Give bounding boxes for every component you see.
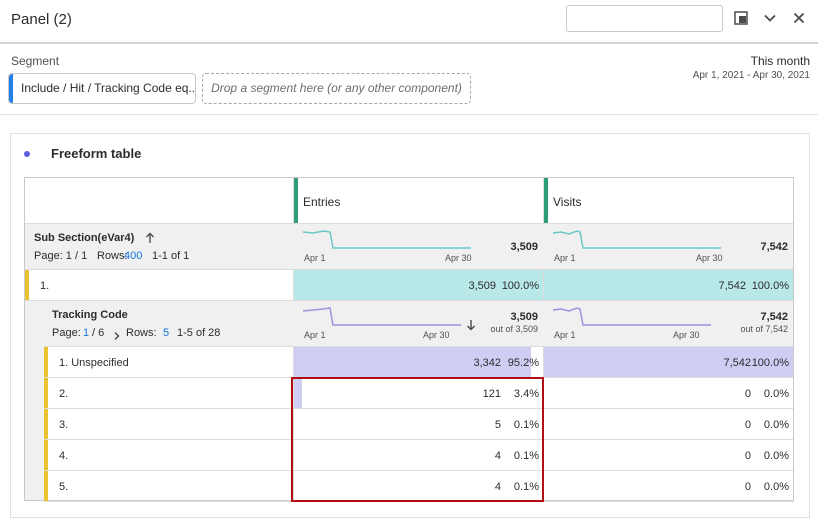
- spark-start-entries: Apr 1: [304, 253, 326, 263]
- breakdown-spark-end-visits: Apr 30: [673, 330, 700, 340]
- visits-percent: 100.0%: [751, 357, 789, 369]
- breakdown-spark-start-entries: Apr 1: [304, 330, 326, 340]
- divider: [0, 114, 818, 115]
- table-row-label[interactable]: 1.: [40, 280, 49, 292]
- entries-value: 3,509: [468, 280, 496, 292]
- date-range[interactable]: Apr 1, 2021 - Apr 30, 2021: [693, 70, 810, 81]
- list-item-label[interactable]: 3.: [59, 419, 68, 431]
- date-preset[interactable]: This month: [751, 54, 810, 68]
- breakdown-visits-total: 7,542: [760, 311, 788, 323]
- visits-value: 0: [744, 388, 751, 400]
- dimension-page: Page: 1 / 1: [34, 250, 88, 262]
- list-item-label[interactable]: 4.: [59, 450, 68, 462]
- breakdown-rows-label: Rows:: [126, 327, 157, 339]
- sort-arrow-icon[interactable]: [145, 231, 155, 249]
- chevron-down-icon[interactable]: [760, 8, 780, 28]
- entries-percent: 95.2%: [507, 357, 539, 369]
- row-expanded-indicator: [25, 270, 29, 300]
- status-dot-icon: [24, 151, 30, 157]
- row-nesting-indicator: [44, 471, 48, 501]
- breakdown-name[interactable]: Tracking Code: [52, 309, 128, 321]
- row-nesting-indicator: [44, 347, 48, 377]
- breakdown-entries-sparkline: [303, 307, 461, 326]
- breakdown-range: 1-5 of 28: [177, 327, 221, 339]
- close-icon[interactable]: [789, 8, 809, 28]
- highlight-box: [291, 377, 544, 502]
- list-item-label[interactable]: 2.: [59, 388, 68, 400]
- visits-percent: 0.0%: [763, 481, 789, 493]
- breakdown-page-total: / 6: [92, 327, 105, 339]
- entries-value: 3,342: [473, 357, 501, 369]
- breakdown-page-current[interactable]: 1: [83, 327, 89, 339]
- panel-search-input[interactable]: [566, 5, 723, 32]
- visits-value: 7,542: [723, 357, 751, 369]
- row-nesting-indicator: [44, 378, 48, 408]
- chevron-right-icon[interactable]: [113, 328, 121, 346]
- visits-value: 7,542: [718, 280, 746, 292]
- breakdown-rows-select[interactable]: 5: [163, 327, 169, 339]
- visits-percent: 0.0%: [763, 419, 789, 431]
- visits-percent: 0.0%: [763, 450, 789, 462]
- breakdown-spark-start-visits: Apr 1: [554, 330, 576, 340]
- breakdown-entries-total: 3,509: [510, 311, 538, 323]
- breakdown-visits-sub: out of 7,542: [740, 324, 788, 334]
- breakdown-entries-sub: out of 3,509: [490, 324, 538, 334]
- list-item-label[interactable]: 5.: [59, 481, 68, 493]
- dimension-name[interactable]: Sub Section(eVar4): [34, 232, 134, 244]
- visits-value: 0: [744, 419, 751, 431]
- dimension-range: 1-1 of 1: [152, 250, 190, 262]
- visits-value: 0: [744, 481, 751, 493]
- column-header-entries[interactable]: Entries: [303, 195, 340, 209]
- breakdown-spark-end-entries: Apr 30: [423, 330, 450, 340]
- panel-toggle-icon[interactable]: [731, 8, 751, 28]
- visits-percent: 100.0%: [751, 280, 789, 292]
- entries-sparkline: [303, 230, 471, 249]
- spark-end-visits: Apr 30: [696, 253, 723, 263]
- entries-percent: 100.0%: [501, 280, 539, 292]
- dimension-rows-label: Rows:: [97, 250, 128, 262]
- applied-segment-pill[interactable]: Include / Hit / Tracking Code eq...: [8, 73, 196, 104]
- list-item-label[interactable]: 1. Unspecified: [59, 357, 129, 369]
- panel-header: Panel (2): [0, 0, 818, 44]
- spark-end-entries: Apr 30: [445, 253, 472, 263]
- visits-percent: 0.0%: [763, 388, 789, 400]
- breakdown-indent: [25, 301, 44, 500]
- segment-drop-zone[interactable]: Drop a segment here (or any other compon…: [202, 73, 471, 104]
- column-header-visits[interactable]: Visits: [553, 195, 581, 209]
- freeform-title: Freeform table: [51, 146, 142, 161]
- row-nesting-indicator: [44, 440, 48, 470]
- panel-title: Panel (2): [11, 11, 72, 28]
- row-nesting-indicator: [44, 409, 48, 439]
- segment-label: Segment: [11, 54, 60, 68]
- dimension-rows-select[interactable]: 400: [124, 250, 142, 262]
- breakdown-visits-sparkline: [553, 307, 711, 326]
- breakdown-page-label: Page:: [52, 327, 81, 339]
- spark-start-visits: Apr 1: [554, 253, 576, 263]
- visits-sparkline: [553, 230, 721, 249]
- visits-value: 0: [744, 450, 751, 462]
- entries-total: 3,509: [510, 241, 538, 253]
- visits-total: 7,542: [760, 241, 788, 253]
